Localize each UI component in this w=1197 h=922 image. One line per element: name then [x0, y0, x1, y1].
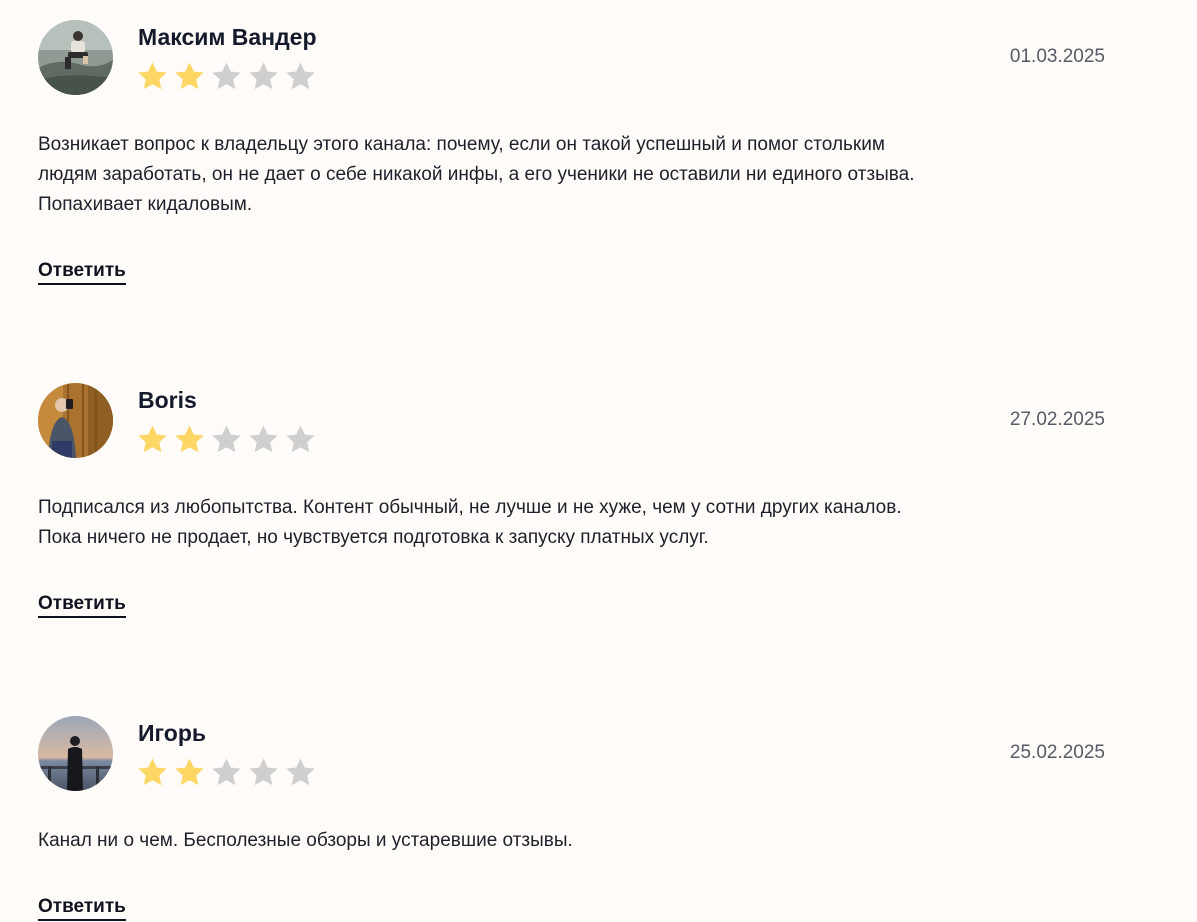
avatar[interactable]	[38, 716, 113, 791]
star-filled-icon	[136, 756, 169, 789]
star-filled-icon	[173, 423, 206, 456]
star-empty-icon	[284, 423, 317, 456]
star-filled-icon	[173, 756, 206, 789]
star-filled-icon	[136, 60, 169, 93]
rating-stars	[136, 423, 317, 457]
review-date: 25.02.2025	[1009, 742, 1105, 763]
reply-button[interactable]: Ответить	[38, 896, 126, 921]
star-empty-icon	[210, 60, 243, 93]
rating-stars	[136, 60, 317, 94]
star-empty-icon	[247, 60, 280, 93]
star-empty-icon	[284, 60, 317, 93]
rating-stars	[136, 756, 317, 790]
author-name: Игорь	[138, 720, 207, 746]
star-empty-icon	[247, 423, 280, 456]
review-text-line: Подписался из любопытства. Контент обычн…	[38, 497, 902, 518]
author-name: Максим Вандер	[138, 24, 317, 50]
review-text-line: Канал ни о чем. Бесполезные обзоры и уст…	[38, 830, 573, 851]
review-text-line: людям заработать, он не дает о себе ника…	[38, 164, 915, 185]
star-empty-icon	[210, 423, 243, 456]
review-text-line: Попахивает кидаловым.	[38, 194, 253, 215]
reply-button[interactable]: Ответить	[38, 593, 126, 618]
reply-button[interactable]: Ответить	[38, 260, 126, 285]
review-text-line: Пока ничего не продает, но чувствуется п…	[38, 527, 709, 548]
review-text: Подписался из любопытства. Контент обычн…	[38, 493, 1098, 553]
author-name: Boris	[138, 387, 197, 413]
avatar[interactable]	[38, 20, 113, 95]
review-text: Возникает вопрос к владельцу этого канал…	[38, 130, 1098, 220]
review-date: 27.02.2025	[1009, 409, 1105, 430]
review-date: 01.03.2025	[1009, 46, 1105, 67]
star-empty-icon	[284, 756, 317, 789]
review-text: Канал ни о чем. Бесполезные обзоры и уст…	[38, 826, 1098, 856]
review-text-line: Возникает вопрос к владельцу этого канал…	[38, 134, 885, 155]
star-empty-icon	[210, 756, 243, 789]
avatar[interactable]	[38, 383, 113, 458]
star-filled-icon	[136, 423, 169, 456]
star-filled-icon	[173, 60, 206, 93]
star-empty-icon	[247, 756, 280, 789]
